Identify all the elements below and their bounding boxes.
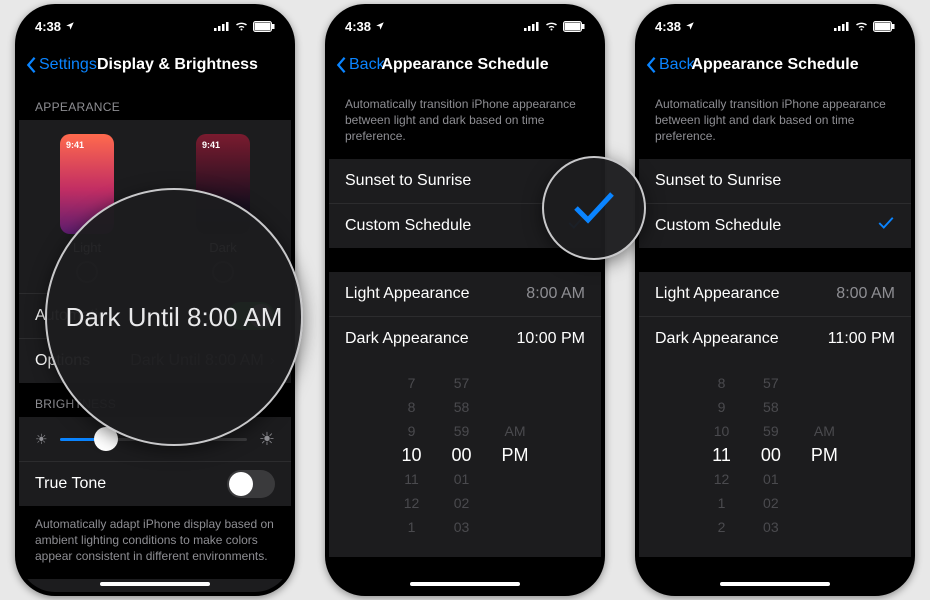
schedule-desc: Automatically transition iPhone appearan…: [639, 86, 911, 159]
battery-icon: [873, 21, 895, 32]
automatic-row: Automatic: [19, 294, 291, 338]
phone-appearance-schedule-a: 4:38 Back Appearance Schedule Automatica…: [325, 4, 605, 596]
back-label: Settings: [39, 56, 97, 74]
phone-appearance-schedule-b: 4:38 Back Appearance Schedule Automatica…: [635, 4, 915, 596]
checkmark-icon: [567, 216, 585, 235]
true-tone-row: True Tone: [19, 462, 291, 506]
back-button[interactable]: Back: [329, 56, 385, 74]
signal-icon: [834, 21, 850, 31]
radio-unchecked-icon: [76, 261, 98, 283]
picker-hour[interactable]: 7 8 9 10 11 12 1: [401, 373, 421, 537]
options-row[interactable]: Options Dark Until 8:00 AM ›: [19, 338, 291, 383]
wifi-icon: [854, 21, 869, 31]
page-title: Display & Brightness: [97, 56, 258, 74]
notch: [95, 8, 215, 30]
appearance-light[interactable]: 9:41 Light: [60, 134, 114, 283]
custom-schedule-row[interactable]: Custom Schedule: [639, 203, 911, 248]
time-picker[interactable]: 7 8 9 10 11 12 1 57 58 59 00 01 02 03: [329, 361, 601, 557]
appearance-dark[interactable]: 9:41 Dark: [196, 134, 250, 283]
schedule-desc: Automatically transition iPhone appearan…: [329, 86, 601, 159]
light-appearance-row[interactable]: Light Appearance 8:00 AM: [329, 272, 601, 316]
back-label: Back: [349, 56, 385, 74]
wifi-icon: [544, 21, 559, 31]
picker-minute[interactable]: 57 58 59 00 01 02 03: [761, 373, 781, 537]
phone-display-brightness: 4:38 Settings Display & Brightness APPEA…: [15, 4, 295, 596]
signal-icon: [524, 21, 540, 31]
location-icon: [65, 21, 75, 31]
signal-icon: [214, 21, 230, 31]
automatic-switch[interactable]: [227, 302, 275, 330]
brightness-high-icon: ☀︎: [259, 429, 275, 450]
brightness-header: BRIGHTNESS: [19, 383, 291, 417]
home-indicator[interactable]: [100, 582, 210, 586]
battery-icon: [253, 21, 275, 32]
appearance-selector: 9:41 Light 9:41 Dark: [19, 120, 291, 293]
back-label: Back: [659, 56, 695, 74]
options-value: Dark Until 8:00 AM: [130, 352, 263, 370]
dark-appearance-row[interactable]: Dark Appearance 11:00 PM: [639, 316, 911, 361]
sunset-sunrise-row[interactable]: Sunset to Sunrise: [329, 159, 601, 203]
true-tone-desc: Automatically adapt iPhone display based…: [19, 506, 291, 579]
battery-icon: [563, 21, 585, 32]
back-button[interactable]: Settings: [19, 56, 97, 74]
home-indicator[interactable]: [720, 582, 830, 586]
brightness-low-icon: ☀︎: [35, 431, 48, 448]
sunset-sunrise-row[interactable]: Sunset to Sunrise: [639, 159, 911, 203]
notch: [405, 8, 525, 30]
true-tone-switch[interactable]: [227, 470, 275, 498]
picker-meridiem[interactable]: AM PM: [502, 373, 529, 537]
appearance-header: APPEARANCE: [19, 86, 291, 120]
status-time: 4:38: [655, 19, 681, 34]
status-time: 4:38: [345, 19, 371, 34]
picker-minute[interactable]: 57 58 59 00 01 02 03: [452, 373, 472, 537]
location-icon: [685, 21, 695, 31]
back-button[interactable]: Back: [639, 56, 695, 74]
picker-hour[interactable]: 8 9 10 11 12 1 2: [712, 373, 731, 537]
page-title: Appearance Schedule: [381, 56, 548, 74]
home-indicator[interactable]: [410, 582, 520, 586]
custom-schedule-row[interactable]: Custom Schedule: [329, 203, 601, 248]
time-picker[interactable]: 8 9 10 11 12 1 2 57 58 59 00 01 02 03: [639, 361, 911, 557]
wifi-icon: [234, 21, 249, 31]
picker-meridiem[interactable]: AM PM: [811, 373, 838, 537]
light-appearance-row[interactable]: Light Appearance 8:00 AM: [639, 272, 911, 316]
dark-appearance-row[interactable]: Dark Appearance 10:00 PM: [329, 316, 601, 361]
page-title: Appearance Schedule: [691, 56, 858, 74]
chevron-right-icon: ›: [270, 352, 275, 370]
radio-unchecked-icon: [212, 261, 234, 283]
brightness-slider[interactable]: [60, 438, 247, 441]
checkmark-icon: [877, 216, 895, 235]
notch: [715, 8, 835, 30]
brightness-slider-row: ☀︎ ☀︎: [19, 417, 291, 461]
status-time: 4:38: [35, 19, 61, 34]
location-icon: [375, 21, 385, 31]
